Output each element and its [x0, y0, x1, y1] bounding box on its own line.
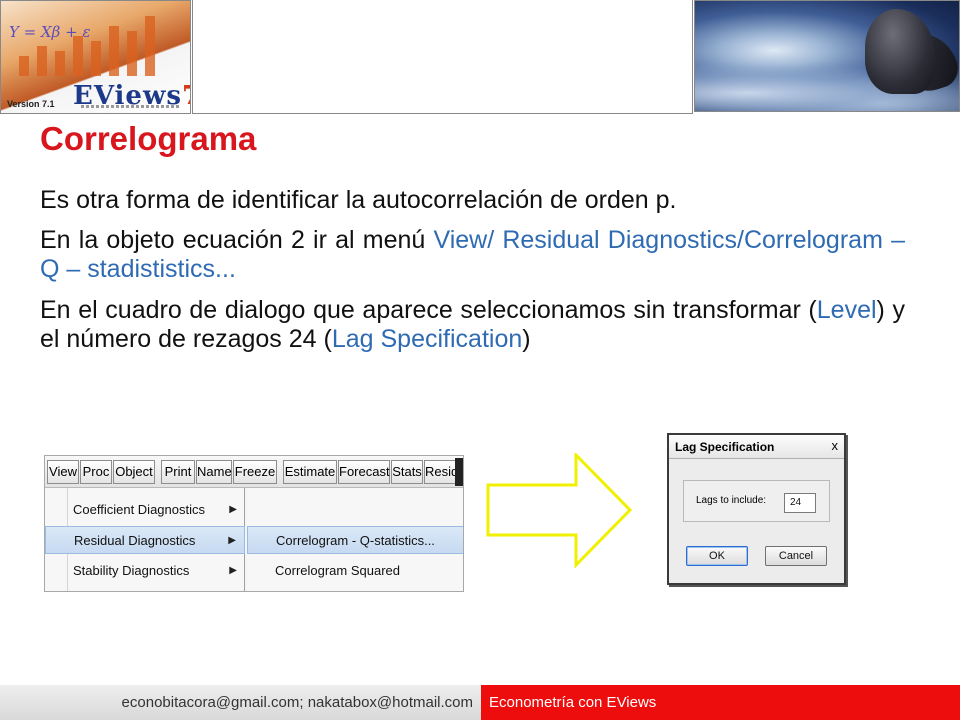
submenu-arrow-icon: ▶ — [229, 504, 237, 515]
paragraph-3-text-a: En el cuadro de dialogo que aparece sele… — [40, 296, 817, 324]
menu-proc[interactable]: Proc — [80, 460, 112, 484]
menu-item-stability-diagnostics[interactable]: Stability Diagnostics ▶ — [45, 557, 245, 585]
eviews-menu-screenshot: View Proc Object Print Name Freeze Estim… — [44, 455, 464, 592]
close-icon[interactable]: x — [832, 438, 839, 453]
paragraph-2-text: En la objeto ecuación 2 ir al menú — [40, 226, 434, 254]
submenu-arrow-icon: ▶ — [229, 565, 237, 576]
menu-name[interactable]: Name — [196, 460, 232, 484]
menu-item-residual-diagnostics[interactable]: Residual Diagnostics ▶ — [45, 526, 245, 554]
menu-freeze[interactable]: Freeze — [233, 460, 277, 484]
footer-course: Econometría con EViews — [481, 685, 960, 720]
right-arrow-icon — [486, 453, 633, 568]
dialog-title: Lag Specification — [675, 440, 775, 454]
menu-item-coefficient-diagnostics[interactable]: Coefficient Diagnostics ▶ — [45, 496, 245, 524]
logo-version: Version 7.1 — [7, 99, 55, 109]
dialog-titlebar: Lag Specification x — [669, 435, 844, 459]
logo-bar-graphic — [9, 11, 184, 76]
menu-object[interactable]: Object — [113, 460, 155, 484]
ok-button[interactable]: OK — [686, 546, 748, 566]
equation-menubar: View Proc Object Print Name Freeze Estim… — [45, 456, 463, 488]
menu-stats[interactable]: Stats — [391, 460, 423, 484]
menu-item-correlogram-q-statistics[interactable]: Correlogram - Q-statistics... — [247, 526, 463, 554]
level-highlight: Level — [816, 296, 877, 324]
lags-label: Lags to include: — [696, 495, 767, 506]
view-submenu: Coefficient Diagnostics ▶ Residual Diagno… — [45, 488, 245, 591]
lag-spec-highlight: Lag Specification — [331, 325, 523, 353]
menu-estimate[interactable]: Estimate — [283, 460, 337, 484]
eviews-logo: Y = Xβ + ε EViews7 Version 7.1 — [0, 0, 191, 114]
banner-sky-image — [694, 0, 960, 112]
slide-title: Correlograma — [40, 120, 257, 157]
footer-contact: econobitacora@gmail.com; nakatabox@hotma… — [0, 685, 481, 720]
paragraph-2: En la objeto ecuación 2 ir al menú View/… — [40, 226, 905, 284]
figure-silhouette — [865, 9, 935, 94]
logo-formula: Y = Xβ + ε — [9, 23, 91, 41]
paragraph-3-text-c: ) — [522, 325, 531, 353]
logo-fine-print — [81, 105, 181, 108]
lags-group: Lags to include: 24 — [683, 480, 830, 522]
cancel-button[interactable]: Cancel — [765, 546, 827, 566]
lag-specification-dialog: Lag Specification x Lags to include: 24 … — [667, 433, 846, 585]
submenu-arrow-icon: ▶ — [228, 535, 236, 546]
menubar-edge — [455, 458, 463, 486]
paragraph-1: Es otra forma de identificar la autocorr… — [40, 186, 677, 214]
lags-input[interactable]: 24 — [784, 493, 816, 513]
menu-item-correlogram-squared-residuals[interactable]: Correlogram Squared Residuals... — [247, 557, 463, 585]
menu-print[interactable]: Print — [161, 460, 195, 484]
banner-blank-panel — [192, 0, 693, 114]
menu-forecast[interactable]: Forecast — [338, 460, 390, 484]
menu-view[interactable]: View — [47, 460, 79, 484]
residual-diagnostics-submenu: Correlogram - Q-statistics... Correlogra… — [247, 488, 463, 591]
paragraph-3: En el cuadro de dialogo que aparece sele… — [40, 296, 905, 354]
